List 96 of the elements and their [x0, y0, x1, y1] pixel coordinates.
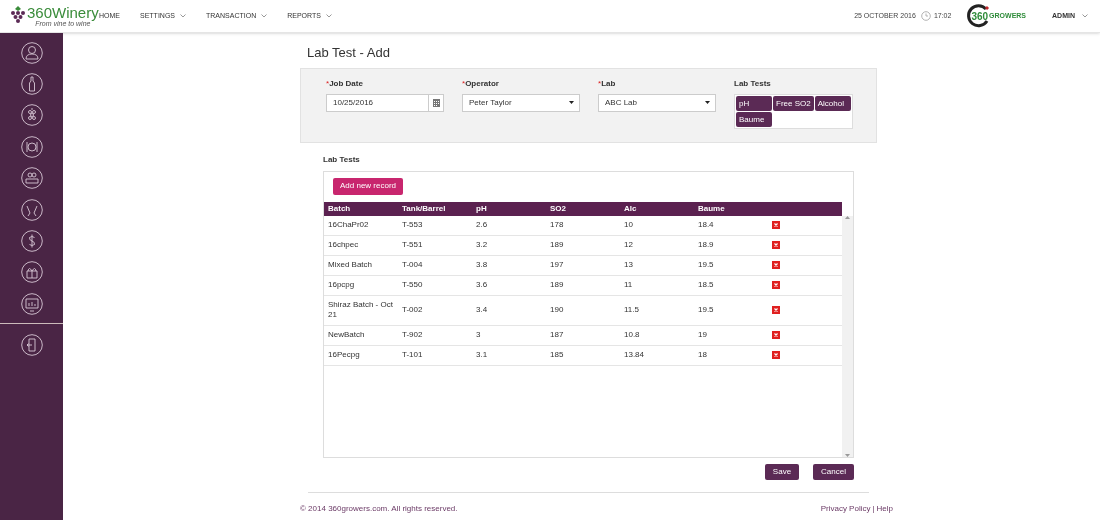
table-cell: 10.8	[620, 325, 694, 345]
copyright-text: © 2014 360growers.com. All rights reserved.	[300, 502, 458, 515]
column-header: pH	[472, 201, 546, 216]
scrollbar[interactable]	[842, 215, 853, 457]
table-cell: Mixed Batch	[324, 255, 398, 275]
table-cell: 187	[546, 325, 620, 345]
table-cell: 178	[546, 215, 620, 235]
table-cell: 185	[546, 345, 620, 365]
column-header: Batch	[324, 201, 398, 216]
table-cell: 13.84	[620, 345, 694, 365]
table-cell: 189	[546, 275, 620, 295]
column-header: SO2	[546, 201, 620, 216]
delete-icon[interactable]	[772, 350, 780, 359]
table-cell: Shiraz Batch - Oct 21	[324, 295, 398, 325]
door-icon[interactable]	[20, 334, 43, 357]
calendar-icon[interactable]	[428, 94, 443, 111]
add-record-button[interactable]: Add new record	[333, 177, 404, 195]
table-cell: 3.4	[472, 295, 546, 325]
grapes-icon[interactable]	[20, 104, 43, 127]
grapes-logo-icon	[10, 6, 26, 26]
table-cell: 18.5	[694, 275, 768, 295]
table-cell: 10	[620, 215, 694, 235]
table-cell: T-553	[398, 215, 472, 235]
table-cell: NewBatch	[324, 325, 398, 345]
table-cell: 3.2	[472, 235, 546, 255]
gift-icon[interactable]	[20, 261, 43, 284]
table-cell: 12	[620, 235, 694, 255]
column-header: Baume	[694, 201, 768, 216]
field-label: *Job Date	[326, 77, 364, 90]
scroll-up-icon[interactable]	[845, 215, 850, 220]
column-header: Tank/Barrel	[398, 201, 472, 216]
table-cell: T-004	[398, 255, 472, 275]
action-button[interactable]: Save	[764, 463, 800, 480]
table-cell: 16ChaPr02	[324, 215, 398, 235]
table-cell: 19.5	[694, 255, 768, 275]
footer-link[interactable]: Help	[876, 502, 893, 515]
tag[interactable]: Baume	[736, 111, 772, 127]
link-separator: |	[872, 502, 875, 515]
field-label: *Operator	[462, 77, 500, 90]
dollar-icon[interactable]	[20, 229, 43, 252]
table-cell: T-101	[398, 345, 472, 365]
table-cell: 3.6	[472, 275, 546, 295]
table-cell: T-550	[398, 275, 472, 295]
table-cell: 3.8	[472, 255, 546, 275]
select-field[interactable]: Peter Taylor	[462, 93, 580, 112]
column-header: Alc	[620, 201, 694, 216]
delete-icon[interactable]	[772, 220, 780, 229]
table-cell: 16chpec	[324, 235, 398, 255]
clock-icon	[920, 11, 931, 21]
delete-icon[interactable]	[772, 260, 780, 269]
table-cell: 197	[546, 255, 620, 275]
table-cell: 18	[694, 345, 768, 365]
delete-icon[interactable]	[772, 305, 780, 314]
field-label: Lab Tests	[734, 77, 772, 90]
table-cell: 19.5	[694, 295, 768, 325]
table-cell: 18.4	[694, 215, 768, 235]
table-cell: 16pcpg	[324, 275, 398, 295]
bottle-icon[interactable]	[20, 73, 43, 96]
select-field[interactable]: ABC Lab	[598, 93, 716, 112]
tag[interactable]: pH	[736, 95, 772, 111]
table-cell: T-002	[398, 295, 472, 325]
table-cell: 190	[546, 295, 620, 325]
table-cell: 189	[546, 235, 620, 255]
scroll-down-icon[interactable]	[845, 452, 850, 457]
field-label: *Lab	[598, 77, 617, 90]
action-button[interactable]: Cancel	[813, 463, 854, 480]
delete-icon[interactable]	[772, 240, 780, 249]
brand-number: 360	[971, 9, 989, 24]
growers-logo-icon	[966, 4, 991, 28]
table-cell: 3	[472, 325, 546, 345]
table-cell: 16Pecpg	[324, 345, 398, 365]
table-cell: 13	[620, 255, 694, 275]
date-field[interactable]: 10/25/2016	[326, 93, 444, 112]
table-cell: 11	[620, 275, 694, 295]
table-cell: 18.9	[694, 235, 768, 255]
table-cell: 3.1	[472, 345, 546, 365]
caret-icon	[1082, 14, 1088, 18]
table-cell: 2.6	[472, 215, 546, 235]
tags-field[interactable]: pH Free SO2 Alcohol Baume	[734, 93, 853, 129]
table-cell: 19	[694, 325, 768, 345]
delete-icon[interactable]	[772, 280, 780, 289]
table-cell: 11.5	[620, 295, 694, 325]
tag[interactable]: Alcohol	[814, 95, 851, 111]
page-title: Lab Test - Add	[307, 44, 391, 62]
chart-icon[interactable]	[20, 292, 43, 315]
footer-link[interactable]: Privacy Policy	[820, 502, 871, 515]
tag[interactable]: Free SO2	[773, 95, 814, 111]
table-cell: T-551	[398, 235, 472, 255]
plate-icon[interactable]	[20, 135, 43, 158]
table-cell: T-902	[398, 325, 472, 345]
logo-name: 360Winery	[27, 5, 99, 20]
delete-icon[interactable]	[772, 330, 780, 339]
section-title: Lab Tests	[323, 153, 361, 166]
dropdown-arrow-icon	[569, 101, 574, 104]
person-icon[interactable]	[20, 41, 43, 64]
dropdown-arrow-icon	[705, 101, 710, 104]
